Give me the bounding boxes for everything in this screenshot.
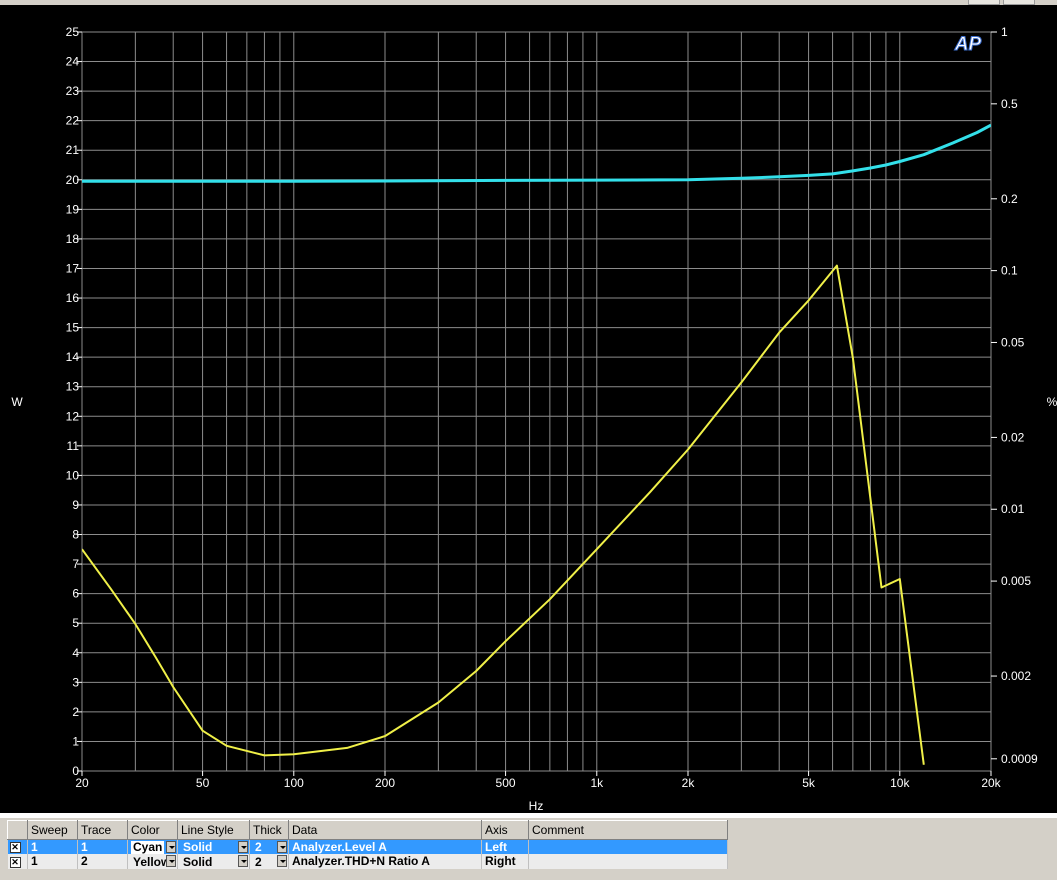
table-row[interactable]: ✕ 1 1 Cyan Solid 2 Analyzer.Level A Left [7, 839, 728, 855]
x-tick-label: 20 [75, 776, 89, 790]
y-tick-label: 25 [66, 25, 80, 39]
header-comment[interactable]: Comment [528, 820, 728, 840]
y2-tick-label: 0.5 [1001, 97, 1018, 111]
trace-table: Sweep Trace Color Line Style Thick Data … [7, 820, 728, 869]
data-cell[interactable]: Analyzer.Level A [288, 839, 482, 855]
x-tick-label: 500 [496, 776, 516, 790]
x-tick-label: 5k [802, 776, 816, 790]
y2-tick-label: 0.005 [1001, 574, 1031, 588]
header-color[interactable]: Color [127, 820, 178, 840]
axis-cell[interactable]: Left [481, 839, 529, 855]
x-tick-label: 50 [196, 776, 210, 790]
y-tick-label: 14 [66, 350, 80, 364]
ap-logo: AP [954, 34, 982, 55]
y2-tick-label: 1 [1001, 25, 1008, 39]
y-tick-label: 23 [66, 84, 80, 98]
header-sweep[interactable]: Sweep [27, 820, 78, 840]
x-axis-label: Hz [529, 799, 544, 813]
header-trace[interactable]: Trace [77, 820, 128, 840]
y-tick-label: 13 [66, 380, 80, 394]
x-tick-label: 10k [890, 776, 910, 790]
y2-tick-label: 0.05 [1001, 335, 1025, 349]
x-tick-label: 1k [590, 776, 604, 790]
y2-tick-label: 0.002 [1001, 669, 1031, 683]
header-line-style[interactable]: Line Style [177, 820, 250, 840]
comment-cell[interactable] [528, 854, 728, 869]
y-tick-label: 21 [66, 143, 80, 157]
dropdown-arrow-icon[interactable] [238, 841, 248, 853]
sweep-cell[interactable]: 1 [27, 839, 78, 855]
x-tick-label: 20k [981, 776, 1001, 790]
x-tick-label: 200 [375, 776, 395, 790]
header-thick[interactable]: Thick [249, 820, 289, 840]
thdn-trace-line [82, 264, 925, 765]
thick-select[interactable]: 2 [249, 854, 289, 869]
y-tick-label: 7 [72, 557, 79, 571]
y-tick-label: 12 [66, 409, 80, 423]
y-tick-label: 24 [66, 55, 80, 69]
panel-separator [0, 813, 1057, 818]
y2-tick-label: 0.2 [1001, 192, 1018, 206]
y-tick-label: 2 [72, 705, 79, 719]
y-tick-label: 20 [66, 173, 80, 187]
y-tick-label: 11 [67, 439, 80, 453]
audio-sweep-chart: 0123456789101112131415161718192021222324… [11, 25, 1057, 813]
thick-value: 2 [255, 854, 262, 869]
dropdown-arrow-icon[interactable] [238, 855, 248, 868]
y2-tick-label: 0.02 [1001, 430, 1025, 444]
y-tick-label: 22 [66, 114, 80, 128]
y-tick-label: 16 [66, 291, 80, 305]
dropdown-arrow-icon[interactable] [166, 855, 176, 868]
x-tick-label: 100 [284, 776, 304, 790]
dropdown-arrow-icon[interactable] [277, 855, 287, 868]
trace-cell[interactable]: 1 [77, 839, 128, 855]
thick-select[interactable]: 2 [249, 839, 289, 855]
table-row[interactable]: ✕ 1 2 Yellow Solid 2 Analyzer.THD+N Rati… [7, 854, 728, 869]
y-tick-label: 5 [72, 616, 79, 630]
y2-tick-label: 0.0009 [1001, 752, 1038, 766]
color-value: Cyan [131, 840, 165, 855]
sweep-cell[interactable]: 1 [27, 854, 78, 869]
table-header-row: Sweep Trace Color Line Style Thick Data … [7, 820, 728, 840]
header-data[interactable]: Data [288, 820, 482, 840]
y2-tick-label: 0.01 [1001, 502, 1025, 516]
y-tick-label: 4 [72, 646, 79, 660]
level-trace-line [82, 123, 991, 183]
line-style-value: Solid [183, 854, 213, 869]
data-cell[interactable]: Analyzer.THD+N Ratio A [288, 854, 482, 869]
y-tick-label: 19 [66, 202, 80, 216]
dropdown-arrow-icon[interactable] [166, 841, 176, 853]
color-select[interactable]: Cyan [127, 839, 178, 855]
y-tick-label: 1 [72, 734, 79, 748]
y-tick-label: 3 [72, 675, 79, 689]
line-style-select[interactable]: Solid [177, 839, 250, 855]
y-tick-label: 8 [72, 528, 79, 542]
comment-cell[interactable] [528, 839, 728, 855]
y2-axis-label: % [1047, 395, 1057, 409]
y-tick-label: 18 [66, 232, 80, 246]
header-check [7, 820, 28, 840]
trace-visible-checkbox[interactable]: ✕ [9, 856, 21, 868]
x-tick-label: 2k [682, 776, 696, 790]
y-tick-label: 15 [66, 321, 80, 335]
y2-tick-label: 0.1 [1001, 264, 1018, 278]
y-axis-label: W [11, 395, 23, 409]
color-select[interactable]: Yellow [127, 854, 178, 869]
y-tick-label: 10 [66, 468, 80, 482]
y-tick-label: 17 [66, 261, 80, 275]
dropdown-arrow-icon[interactable] [277, 841, 287, 853]
y-tick-label: 6 [72, 587, 79, 601]
trace-visible-checkbox[interactable]: ✕ [9, 842, 21, 854]
y-tick-label: 9 [72, 498, 79, 512]
header-axis[interactable]: Axis [481, 820, 529, 840]
thick-value: 2 [255, 840, 262, 855]
trace-cell[interactable]: 2 [77, 854, 128, 869]
line-style-select[interactable]: Solid [177, 854, 250, 869]
axis-cell[interactable]: Right [481, 854, 529, 869]
plot-frame [81, 31, 992, 772]
line-style-value: Solid [183, 840, 213, 855]
